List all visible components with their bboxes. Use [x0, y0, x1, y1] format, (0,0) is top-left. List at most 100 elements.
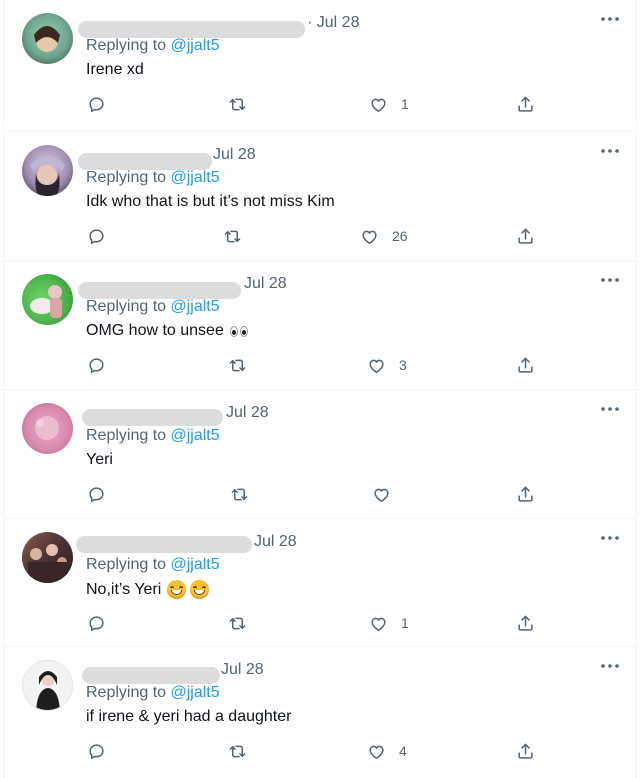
like-button[interactable]: 1 — [369, 93, 409, 115]
replying-to: Replying to @jjalt5 — [86, 684, 220, 702]
tweet-text: No,it’s Yeri — [86, 580, 162, 598]
tweet-date[interactable]: Jul 28 — [221, 661, 264, 679]
tweet-text: Irene xd — [86, 61, 144, 78]
heart-icon — [362, 230, 377, 244]
tweet[interactable]: Jul 28 Replying to @jjalt5 Yeri — [3, 389, 637, 516]
tweet-body: OMG how to unsee — [86, 322, 250, 340]
avatar[interactable] — [22, 403, 73, 454]
reply-handle-link[interactable]: @jjalt5 — [171, 427, 220, 444]
heart-icon — [374, 488, 389, 502]
share-icon — [518, 96, 533, 112]
more-icon[interactable] — [600, 659, 620, 673]
reply-handle-link[interactable]: @jjalt5 — [171, 684, 220, 701]
share-button[interactable] — [516, 483, 535, 505]
heart-icon — [371, 617, 386, 631]
share-button[interactable] — [516, 740, 535, 762]
reply-button[interactable] — [87, 354, 106, 376]
like-button[interactable]: 3 — [367, 354, 407, 376]
like-count: 4 — [399, 743, 407, 759]
like-count: 1 — [401, 615, 409, 631]
share-icon — [518, 228, 533, 244]
reply-icon — [89, 96, 104, 112]
replying-to-label: Replying to — [86, 427, 167, 444]
tweet-text: Yeri — [86, 451, 113, 468]
like-button[interactable] — [372, 483, 404, 505]
reply-handle-link[interactable]: @jjalt5 — [171, 37, 220, 54]
like-button[interactable]: 4 — [367, 740, 407, 762]
more-icon[interactable] — [600, 12, 620, 26]
tweet-date[interactable]: Jul 28 — [226, 404, 269, 422]
share-icon — [518, 486, 533, 502]
retweet-button[interactable] — [230, 483, 249, 505]
retweet-button[interactable] — [223, 225, 242, 247]
more-icon[interactable] — [600, 273, 620, 287]
share-button[interactable] — [516, 354, 535, 376]
replying-to: Replying to @jjalt5 — [86, 427, 220, 445]
avatar[interactable] — [22, 274, 73, 325]
reply-button[interactable] — [87, 93, 106, 115]
username-redacted — [78, 282, 241, 299]
tweet-text: Idk who that is but it’s not miss Kim — [86, 193, 335, 210]
eyes-emoji-icon — [229, 325, 250, 337]
heart-icon — [371, 98, 386, 112]
grinning-emoji-icon — [190, 580, 210, 599]
like-count: 1 — [401, 96, 409, 112]
like-count: 3 — [399, 357, 407, 373]
replying-to-label: Replying to — [86, 298, 167, 315]
reply-icon — [89, 486, 104, 502]
share-icon — [518, 615, 533, 631]
more-icon[interactable] — [600, 531, 620, 545]
username-redacted — [76, 536, 252, 553]
reply-icon — [89, 357, 104, 373]
retweet-button[interactable] — [228, 354, 247, 376]
like-button[interactable]: 26 — [360, 225, 408, 247]
username-redacted — [78, 21, 305, 38]
tweet-date[interactable]: Jul 28 — [254, 533, 297, 551]
tweet[interactable]: Jul 28 Replying to @jjalt5 Idk who that … — [3, 131, 637, 258]
replying-to: Replying to @jjalt5 — [86, 298, 220, 316]
like-count: 26 — [392, 228, 408, 244]
reply-button[interactable] — [87, 740, 106, 762]
tweet[interactable]: Jul 28 Replying to @jjalt5 No,it’s Yeri … — [3, 518, 637, 645]
tweet[interactable]: Jul 28 Replying to @jjalt5 if irene & ye… — [3, 646, 637, 778]
retweet-icon — [229, 745, 246, 757]
share-icon — [518, 743, 533, 759]
replying-to: Replying to @jjalt5 — [86, 37, 220, 55]
tweet-date[interactable]: Jul 28 — [213, 146, 256, 164]
reply-button[interactable] — [87, 612, 106, 634]
heart-icon — [369, 745, 384, 759]
like-button[interactable]: 1 — [369, 612, 409, 634]
retweet-icon — [224, 230, 241, 242]
username-redacted — [82, 667, 220, 684]
reply-button[interactable] — [87, 225, 106, 247]
reply-button[interactable] — [87, 483, 106, 505]
avatar[interactable] — [22, 532, 73, 583]
avatar[interactable] — [22, 660, 73, 711]
reply-handle-link[interactable]: @jjalt5 — [171, 298, 220, 315]
share-button[interactable] — [516, 93, 535, 115]
share-button[interactable] — [516, 225, 535, 247]
retweet-button[interactable] — [228, 612, 247, 634]
tweet-date[interactable]: · Jul 28 — [307, 14, 359, 32]
replying-to: Replying to @jjalt5 — [86, 556, 220, 574]
share-icon — [518, 357, 533, 373]
reply-icon — [89, 743, 104, 759]
reply-handle-link[interactable]: @jjalt5 — [171, 556, 220, 573]
avatar[interactable] — [22, 145, 73, 196]
more-icon[interactable] — [600, 144, 620, 158]
more-icon[interactable] — [600, 402, 620, 416]
replying-to-label: Replying to — [86, 556, 167, 573]
tweet[interactable]: · Jul 28 Replying to @jjalt5 Irene xd 1 — [3, 0, 637, 127]
reply-handle-link[interactable]: @jjalt5 — [171, 169, 220, 186]
replying-to-label: Replying to — [86, 169, 167, 186]
avatar[interactable] — [22, 13, 73, 64]
heart-icon — [369, 359, 384, 373]
tweet-text: OMG how to unsee — [86, 322, 224, 339]
tweet[interactable]: Jul 28 Replying to @jjalt5 OMG how to un… — [3, 260, 637, 387]
retweet-button[interactable] — [228, 740, 247, 762]
grinning-emoji-icon — [167, 580, 187, 599]
retweet-button[interactable] — [228, 93, 247, 115]
reply-icon — [89, 615, 104, 631]
share-button[interactable] — [516, 612, 535, 634]
tweet-date[interactable]: Jul 28 — [244, 275, 287, 293]
